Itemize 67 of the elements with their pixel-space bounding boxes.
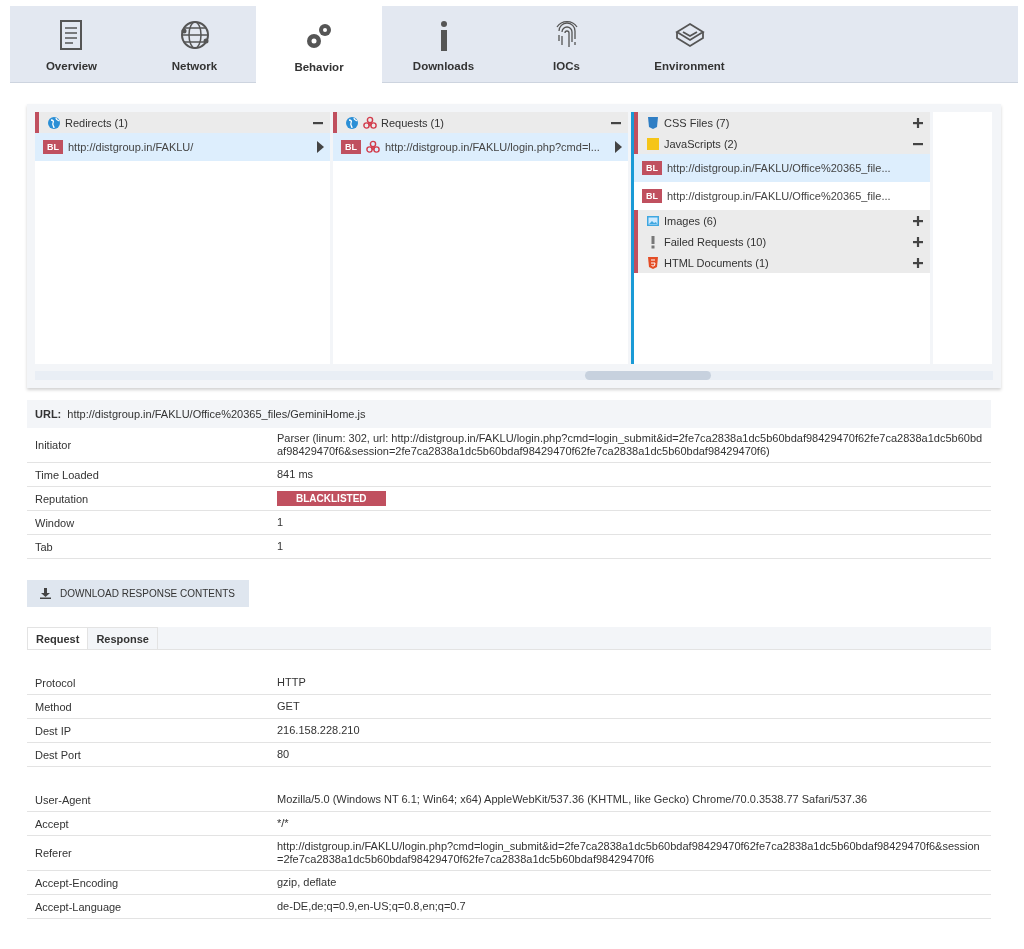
field-label: Protocol — [34, 675, 77, 691]
field-value: 1 — [277, 516, 284, 529]
list-item[interactable]: BL http://distgroup.in/FAKLU/login.php?cmd=l... — [333, 133, 628, 161]
tab[interactable]: Environment — [628, 6, 751, 82]
image-icon — [646, 213, 660, 228]
tab[interactable]: IOCs — [505, 6, 628, 82]
field-label: Window — [34, 515, 76, 531]
globe-icon — [47, 115, 61, 130]
group-header[interactable]: Requests (1) — [333, 112, 628, 133]
field-value: Mozilla/5.0 (Windows NT 6.1; Win64; x64) AppleWebKit/537.36 (KHTML, like Gecko) Chrome/70.0.3538.77 Safari/537.36 — [277, 793, 868, 806]
tab[interactable]: Request — [27, 627, 89, 649]
field-value: http://distgroup.in/FAKLU/login.php?cmd=login_submit&id=2fe7ca2838a1dc5b60bdaf98429470f62fe7ca2838a1dc5b60bdaf98429470f6&session=2fe7ca2838a1dc5b60bdaf98429470f62fe7ca2838a1dc5b60bdaf98429470f6 — [277, 840, 981, 866]
info-icon — [439, 21, 448, 51]
expand-icon — [912, 214, 924, 227]
tab[interactable]: Overview — [10, 6, 133, 82]
field-value: 841 ms — [277, 468, 314, 481]
shield-icon — [646, 255, 660, 270]
square-icon — [646, 136, 660, 151]
blacklist-badge: BL — [341, 140, 361, 154]
group-header[interactable]: Failed Requests (10) — [634, 231, 930, 252]
field-value: gzip, deflate — [277, 876, 337, 889]
group-header[interactable]: Redirects (1) — [35, 112, 330, 133]
globe-icon — [178, 19, 211, 51]
field-label: Accept-Encoding — [34, 875, 120, 891]
tab[interactable]: Behavior — [256, 6, 382, 83]
field-value: de-DE,de;q=0.9,en-US;q=0.8,en;q=0.7 — [277, 900, 466, 913]
field-value: */* — [277, 817, 289, 830]
field-value: 80 — [277, 748, 290, 761]
tab[interactable]: Downloads — [382, 6, 505, 82]
field-label: Accept — [34, 816, 70, 832]
group-header[interactable]: HTML Documents (1) — [634, 252, 930, 273]
expand-icon — [912, 235, 924, 248]
field-value: Parser (linum: 302, url: http://distgroup.in/FAKLU/login.php?cmd=login_submit&id=2fe7ca2838a1dc5b60bdaf98429470f62fe7ca2838a1dc5b60bdaf98429470f6&session=2fe7ca2838a1dc5b60bdaf98429470f62fe7ca2838a1dc5b60bdaf98429470f6) — [277, 432, 983, 458]
expand-icon — [912, 256, 924, 269]
scrollbar-thumb[interactable] — [585, 371, 711, 380]
reputation-badge: BLACKLISTED — [277, 491, 386, 506]
field-value: 1 — [277, 540, 284, 553]
url-value: http://distgroup.in/FAKLU/Office%20365_files/GeminiHome.js — [67, 408, 366, 420]
field-label: Initiator — [34, 438, 73, 453]
field-value: 216.158.228.210 — [277, 724, 360, 737]
blacklist-badge: BL — [642, 189, 662, 203]
globe-icon — [345, 115, 359, 130]
download-icon — [40, 588, 51, 599]
expand-icon — [912, 116, 924, 129]
list-item[interactable]: BL http://distgroup.in/FAKLU/ — [35, 133, 330, 161]
url-label: URL: — [35, 408, 62, 420]
group-header[interactable]: Images (6) — [634, 210, 930, 231]
field-label: Tab — [34, 539, 54, 555]
field-label: Reputation — [34, 491, 90, 507]
group-header[interactable]: JavaScripts (2) — [634, 133, 930, 154]
blacklist-badge: BL — [642, 161, 662, 175]
shield-icon — [646, 115, 660, 130]
field-value: GET — [277, 700, 300, 713]
group-header[interactable]: CSS Files (7) — [634, 112, 930, 133]
list-item[interactable]: BL http://distgroup.in/FAKLU/Office%20365_file... — [634, 154, 930, 182]
field-label: User-Agent — [34, 792, 92, 808]
download-button[interactable]: DOWNLOAD RESPONSE CONTENTS — [27, 580, 249, 607]
field-label: Dest IP — [34, 723, 73, 739]
field-label: Time Loaded — [34, 467, 100, 483]
tab[interactable]: Network — [133, 6, 256, 82]
tab[interactable]: Response — [88, 627, 158, 649]
field-value: HTTP — [277, 676, 306, 689]
field-label: Referer — [34, 846, 73, 861]
blacklist-badge: BL — [43, 140, 63, 154]
field-label: Method — [34, 699, 73, 715]
field-label: Accept-Language — [34, 899, 123, 915]
field-label: Dest Port — [34, 747, 82, 763]
